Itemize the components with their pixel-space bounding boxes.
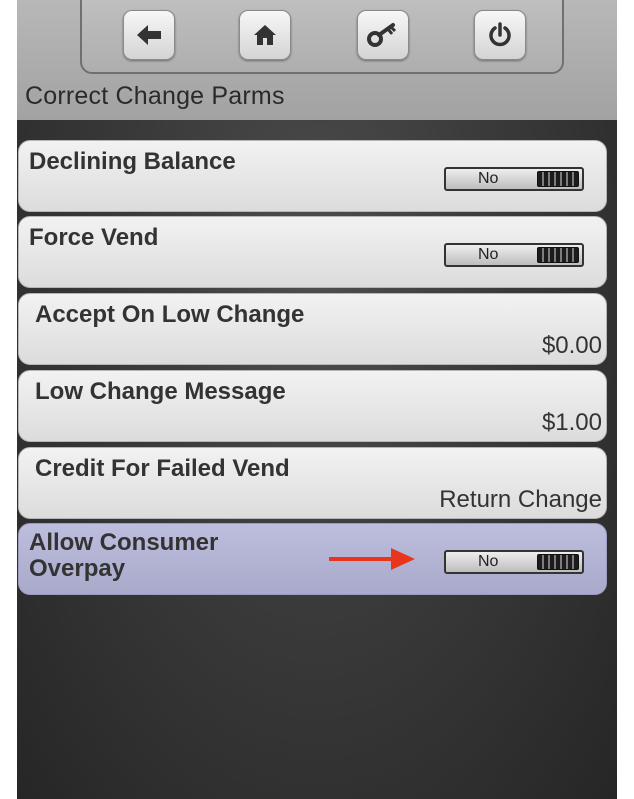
setting-declining-balance[interactable]: Declining Balance No: [18, 140, 607, 212]
allow-consumer-overpay-toggle[interactable]: No: [444, 550, 584, 574]
toolbar: [80, 0, 564, 74]
setting-value: $1.00: [541, 409, 602, 436]
back-button[interactable]: [123, 10, 175, 60]
page-title: Correct Change Parms: [25, 82, 285, 110]
setting-value: $0.00: [541, 332, 602, 359]
setting-label: Declining Balance: [29, 148, 236, 175]
declining-balance-toggle[interactable]: No: [444, 167, 584, 191]
setting-label: Credit For Failed Vend: [35, 455, 290, 482]
red-arrow-annotation-icon: [329, 548, 415, 570]
setting-value: Return Change: [439, 486, 602, 513]
force-vend-toggle[interactable]: No: [444, 243, 584, 267]
toggle-value: No: [478, 170, 499, 187]
power-button[interactable]: [474, 10, 526, 60]
setting-accept-on-low-change[interactable]: Accept On Low Change $0.00: [18, 293, 607, 365]
back-arrow-icon: [137, 25, 161, 45]
device-screen: Correct Change Parms Declining Balance N…: [17, 0, 617, 799]
toggle-value: No: [478, 553, 499, 570]
toggle-knob: [537, 554, 579, 570]
toggle-knob: [537, 247, 579, 263]
power-icon: [489, 22, 511, 47]
key-icon: [367, 23, 397, 47]
home-button[interactable]: [239, 10, 291, 60]
setting-credit-for-failed-vend[interactable]: Credit For Failed Vend Return Change: [18, 447, 607, 519]
header-bar: Correct Change Parms: [17, 0, 617, 120]
home-icon: [254, 25, 276, 45]
key-button[interactable]: [357, 10, 409, 60]
toggle-value: No: [478, 246, 499, 263]
setting-label: Low Change Message: [35, 378, 286, 405]
setting-force-vend[interactable]: Force Vend No: [18, 216, 607, 288]
setting-allow-consumer-overpay[interactable]: Allow Consumer Overpay No: [18, 523, 607, 595]
setting-label: Allow Consumer Overpay: [29, 529, 219, 582]
setting-label: Force Vend: [29, 224, 159, 251]
toggle-knob: [537, 171, 579, 187]
setting-label: Accept On Low Change: [35, 301, 305, 328]
setting-low-change-message[interactable]: Low Change Message $1.00: [18, 370, 607, 442]
